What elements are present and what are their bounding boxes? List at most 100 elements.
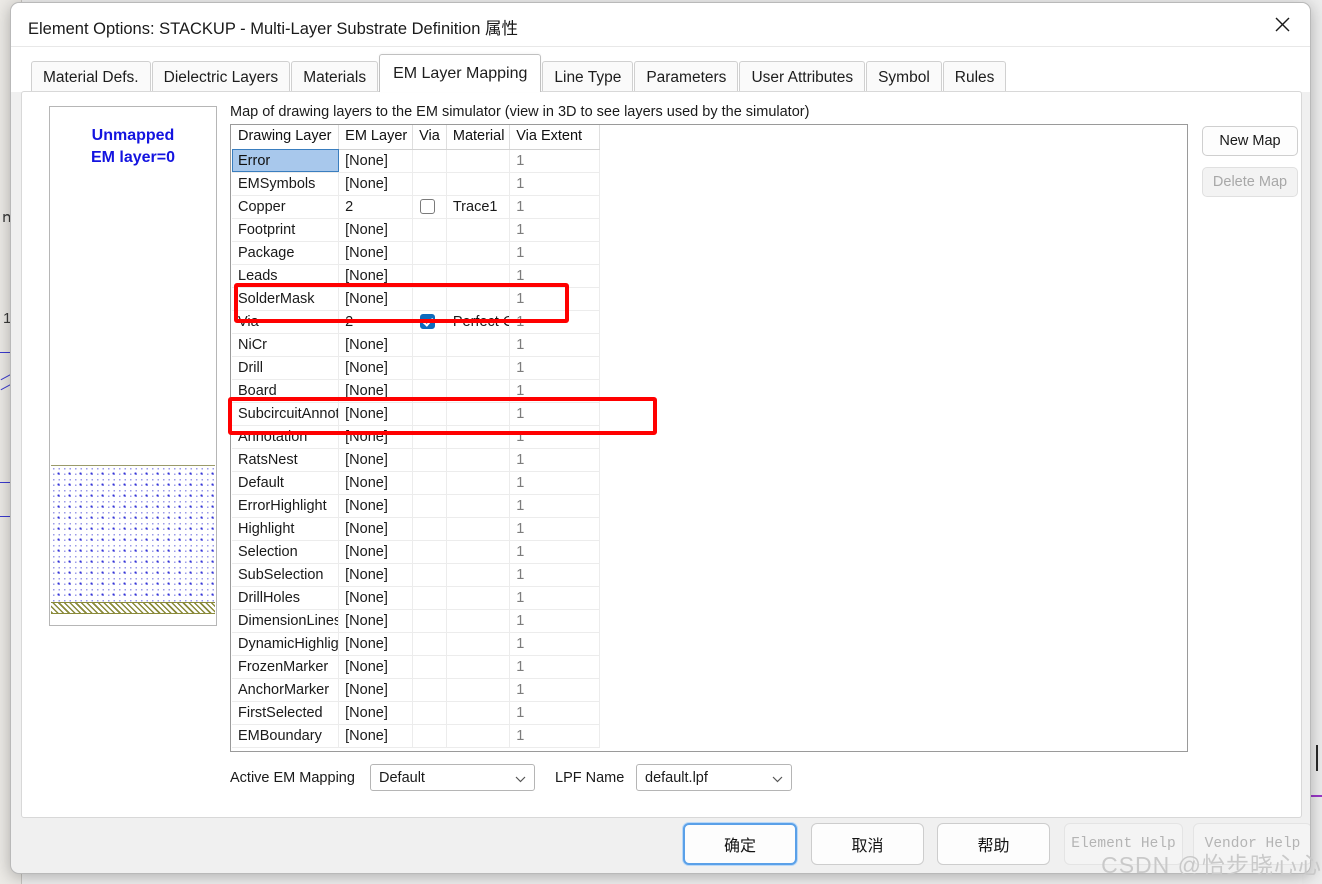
table-row[interactable]: SolderMask [None] 1: [232, 287, 600, 311]
via-checkbox-checked[interactable]: [420, 313, 436, 329]
cell-material[interactable]: [446, 494, 511, 518]
cell-drawing-layer[interactable]: Via: [232, 310, 340, 334]
cell-drawing-layer[interactable]: EMSymbols: [232, 172, 340, 196]
cell-material[interactable]: [446, 402, 511, 426]
cell-via-extent[interactable]: 1: [509, 724, 600, 748]
cell-drawing-layer[interactable]: SolderMask: [232, 287, 340, 311]
cell-via-extent[interactable]: 1: [509, 264, 600, 288]
cell-em-layer[interactable]: [None]: [338, 287, 414, 311]
cell-material[interactable]: [446, 333, 511, 357]
cell-drawing-layer[interactable]: RatsNest: [232, 448, 340, 472]
cell-via-extent[interactable]: 1: [509, 632, 600, 656]
cell-via-extent[interactable]: 1: [509, 471, 600, 495]
table-row[interactable]: DimensionLines [None] 1: [232, 609, 600, 633]
cell-via-extent[interactable]: 1: [509, 356, 600, 380]
cell-material[interactable]: [446, 724, 511, 748]
cell-em-layer[interactable]: [None]: [338, 586, 414, 610]
table-row[interactable]: Package [None] 1: [232, 241, 600, 265]
cell-drawing-layer[interactable]: Board: [232, 379, 340, 403]
cell-material[interactable]: Perfect C: [446, 310, 511, 334]
cell-em-layer[interactable]: [None]: [338, 333, 414, 357]
cell-drawing-layer[interactable]: Annotation: [232, 425, 340, 449]
cell-via-extent[interactable]: 1: [509, 609, 600, 633]
tab-parameters[interactable]: Parameters: [634, 61, 739, 93]
cell-drawing-layer[interactable]: DynamicHighligh: [232, 632, 340, 656]
cell-drawing-layer[interactable]: Footprint: [232, 218, 340, 242]
cell-drawing-layer[interactable]: DimensionLines: [232, 609, 340, 633]
tab-user-attributes[interactable]: User Attributes: [739, 61, 866, 93]
table-row[interactable]: Error [None] 1: [232, 149, 600, 173]
cell-via-extent[interactable]: 1: [509, 655, 600, 679]
cell-drawing-layer[interactable]: Error: [232, 149, 340, 173]
cell-material[interactable]: [446, 448, 511, 472]
table-row[interactable]: Default [None] 1: [232, 471, 600, 495]
cell-drawing-layer[interactable]: Leads: [232, 264, 340, 288]
cell-drawing-layer[interactable]: DrillHoles: [232, 586, 340, 610]
cell-via[interactable]: [412, 494, 447, 518]
col-header-via[interactable]: Via: [412, 125, 447, 150]
cell-em-layer[interactable]: [None]: [338, 379, 414, 403]
cell-via-extent[interactable]: 1: [509, 149, 600, 173]
cell-drawing-layer[interactable]: Selection: [232, 540, 340, 564]
cell-em-layer[interactable]: [None]: [338, 701, 414, 725]
cell-material[interactable]: [446, 678, 511, 702]
table-row[interactable]: Leads [None] 1: [232, 264, 600, 288]
cell-via[interactable]: [412, 701, 447, 725]
table-row[interactable]: EMBoundary [None] 1: [232, 724, 600, 748]
cell-via[interactable]: [412, 632, 447, 656]
cell-via-extent[interactable]: 1: [509, 333, 600, 357]
cell-em-layer[interactable]: [None]: [338, 632, 414, 656]
tab-rules[interactable]: Rules: [942, 61, 1007, 93]
cell-via[interactable]: [412, 241, 447, 265]
cell-via-extent[interactable]: 1: [509, 402, 600, 426]
cell-via-extent[interactable]: 1: [509, 287, 600, 311]
cell-material[interactable]: [446, 586, 511, 610]
cell-via[interactable]: [412, 471, 447, 495]
cell-em-layer[interactable]: [None]: [338, 563, 414, 587]
cell-drawing-layer[interactable]: Highlight: [232, 517, 340, 541]
ok-button[interactable]: 确定: [683, 823, 797, 865]
table-row[interactable]: FrozenMarker [None] 1: [232, 655, 600, 679]
cell-via[interactable]: [412, 609, 447, 633]
table-row[interactable]: DynamicHighligh [None] 1: [232, 632, 600, 656]
cell-drawing-layer[interactable]: SubcircuitAnnot: [232, 402, 340, 426]
table-row[interactable]: Highlight [None] 1: [232, 517, 600, 541]
table-row[interactable]: AnchorMarker [None] 1: [232, 678, 600, 702]
cell-via[interactable]: [412, 149, 447, 173]
table-row[interactable]: Via 2 Perfect C1: [232, 310, 600, 334]
cell-material[interactable]: [446, 172, 511, 196]
cell-material[interactable]: [446, 149, 511, 173]
cell-via[interactable]: [412, 172, 447, 196]
cell-via-extent[interactable]: 1: [509, 172, 600, 196]
table-row[interactable]: RatsNest [None] 1: [232, 448, 600, 472]
cell-em-layer[interactable]: [None]: [338, 402, 414, 426]
cell-via-extent[interactable]: 1: [509, 678, 600, 702]
cell-em-layer[interactable]: 2: [338, 310, 414, 334]
cell-via-extent[interactable]: 1: [509, 494, 600, 518]
cell-via[interactable]: [412, 310, 447, 334]
lpf-name-select[interactable]: default.lpf: [636, 764, 792, 791]
col-header-em-layer[interactable]: EM Layer: [338, 125, 414, 150]
cell-drawing-layer[interactable]: Drill: [232, 356, 340, 380]
cell-material[interactable]: [446, 655, 511, 679]
cell-via-extent[interactable]: 1: [509, 563, 600, 587]
help-button[interactable]: 帮助: [937, 823, 1050, 865]
cell-via[interactable]: [412, 333, 447, 357]
col-header-material[interactable]: Material: [446, 125, 511, 150]
cell-em-layer[interactable]: [None]: [338, 655, 414, 679]
cell-via-extent[interactable]: 1: [509, 517, 600, 541]
tab-symbol[interactable]: Symbol: [866, 61, 942, 93]
table-row[interactable]: Board [None] 1: [232, 379, 600, 403]
cell-material[interactable]: [446, 356, 511, 380]
via-checkbox-unchecked[interactable]: [420, 198, 436, 214]
cell-via-extent[interactable]: 1: [509, 701, 600, 725]
cell-em-layer[interactable]: [None]: [338, 724, 414, 748]
cell-via[interactable]: [412, 517, 447, 541]
col-header-drawing-layer[interactable]: Drawing Layer: [232, 125, 340, 150]
cell-drawing-layer[interactable]: Default: [232, 471, 340, 495]
cell-drawing-layer[interactable]: EMBoundary: [232, 724, 340, 748]
cell-em-layer[interactable]: [None]: [338, 609, 414, 633]
table-row[interactable]: Annotation [None] 1: [232, 425, 600, 449]
cell-material[interactable]: [446, 379, 511, 403]
cell-material[interactable]: [446, 471, 511, 495]
